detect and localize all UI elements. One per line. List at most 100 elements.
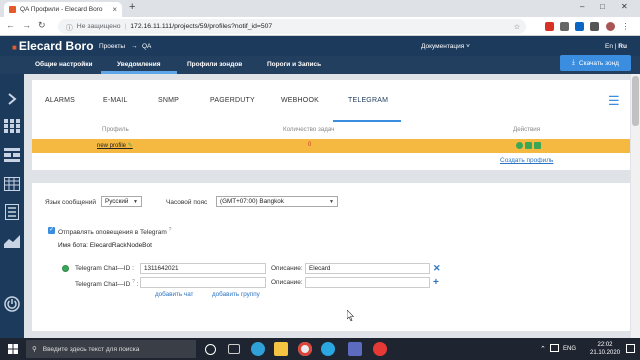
tab-email[interactable]: E-MAIL: [103, 97, 128, 104]
chevron-down-icon: ▼: [133, 198, 138, 205]
back-icon[interactable]: ←: [6, 20, 15, 30]
chat-id-input-1[interactable]: 1311642021: [140, 263, 266, 274]
table-icon[interactable]: [3, 175, 21, 193]
remove-chat-icon[interactable]: ✕: [433, 263, 441, 274]
tab-alarms[interactable]: ALARMS: [45, 97, 75, 104]
create-profile-link[interactable]: Создать профиль: [500, 157, 553, 164]
minimize-icon[interactable]: –: [580, 2, 584, 11]
help-icon[interactable]: ?: [169, 227, 172, 233]
app-logo[interactable]: ■ Elecard Boro: [12, 39, 94, 53]
profile-avatar[interactable]: [606, 22, 615, 31]
notifications-icon[interactable]: [626, 344, 635, 353]
lang-switch: En | Ru: [605, 43, 627, 50]
chat-id-value-1: 1311642021: [144, 265, 179, 272]
taskbar-clock[interactable]: 22:02 21.10.2020: [590, 341, 620, 357]
profile-name-link[interactable]: new profile ✎: [97, 142, 133, 149]
description-input-2[interactable]: [305, 277, 430, 288]
app-icon[interactable]: [348, 342, 362, 356]
add-group-link[interactable]: добавить группу: [212, 291, 260, 298]
tab-general-settings[interactable]: Общие настройки: [35, 61, 93, 68]
chat-id-label-1: Telegram Chat—ID :: [75, 265, 134, 272]
browser-tab-title: QA Профили - Elecard Boro: [20, 6, 103, 13]
extension-icon[interactable]: [560, 22, 569, 31]
project-name[interactable]: QA: [142, 43, 151, 50]
url-input[interactable]: ⓘ Не защищено | 172.16.11.111/projects/5…: [58, 19, 526, 34]
task-view-icon[interactable]: [228, 344, 240, 354]
bot-name: Имя бота: ElecardRackNodeBot: [58, 242, 152, 249]
power-icon[interactable]: [3, 295, 21, 313]
security-info-icon[interactable]: ⓘ: [66, 22, 73, 32]
tab-pagerduty[interactable]: PAGERDUTY: [210, 97, 255, 104]
extension-icon[interactable]: [545, 22, 554, 31]
file-explorer-icon[interactable]: [274, 342, 288, 356]
send-telegram-checkbox[interactable]: ✓: [48, 227, 55, 234]
delete-action-icon[interactable]: [534, 142, 541, 149]
lang-ru[interactable]: Ru: [618, 43, 627, 50]
timezone-label: Часовой пояс: [166, 199, 208, 206]
expand-sidebar-icon[interactable]: [3, 90, 21, 108]
close-window-icon[interactable]: ✕: [621, 2, 628, 11]
app-header: [0, 36, 640, 56]
add-row-icon[interactable]: +: [433, 277, 439, 288]
lang-en[interactable]: En: [605, 43, 613, 50]
download-probe-button[interactable]: ⤓ Скачать зонд: [560, 55, 631, 71]
network-icon[interactable]: [550, 344, 559, 352]
browser-menu-icon[interactable]: ⋮: [621, 22, 630, 31]
enable-action-icon[interactable]: [516, 142, 523, 149]
grid-icon[interactable]: [3, 117, 21, 135]
tab-probe-profiles[interactable]: Профили зондов: [187, 61, 242, 68]
copy-action-icon[interactable]: [525, 142, 532, 149]
recorder-icon[interactable]: [373, 342, 387, 356]
layout-icon[interactable]: [3, 146, 21, 164]
tab-snmp[interactable]: SNMP: [158, 97, 179, 104]
cortana-icon[interactable]: [205, 344, 216, 355]
send-telegram-text: Отправлять оповещения в Telegram: [58, 229, 167, 237]
scrollbar-thumb[interactable]: [632, 76, 639, 126]
add-chat-link[interactable]: добавить чат: [155, 291, 193, 298]
primary-chat-radio[interactable]: [62, 265, 69, 272]
help-icon[interactable]: ?: [132, 279, 135, 285]
breadcrumb-arrow: →: [131, 43, 138, 50]
taskbar-search-placeholder: Введите здесь текст для поиска: [42, 345, 140, 353]
projects-link[interactable]: Проекты: [99, 43, 125, 50]
forward-icon[interactable]: →: [22, 20, 31, 30]
tab-thresholds[interactable]: Пороги и Запись: [267, 61, 321, 68]
description-input-1[interactable]: Elecard: [305, 263, 430, 274]
edge-icon[interactable]: [251, 342, 265, 356]
linkedin-extension-icon[interactable]: [575, 22, 584, 31]
tray-chevron-icon[interactable]: ⌃: [540, 345, 546, 353]
active-tab-indicator: [101, 71, 177, 74]
telegram-icon[interactable]: [321, 342, 335, 356]
column-header-tasks: Количество задач: [283, 126, 335, 133]
column-header-profile: Профиль: [102, 126, 129, 133]
chat-id-label-2: Telegram Chat—ID ? :: [75, 279, 139, 289]
description-value-1: Elecard: [309, 265, 331, 272]
browser-tab[interactable]: QA Профили - Elecard Boro ×: [4, 2, 122, 17]
tab-notifications[interactable]: Уведомления: [117, 61, 161, 68]
chrome-icon[interactable]: [298, 342, 312, 356]
description-label-2: Описание:: [271, 279, 303, 286]
edit-pencil-icon[interactable]: ✎: [128, 143, 133, 149]
bookmark-star-icon[interactable]: ☆: [514, 23, 520, 31]
tab-webhook[interactable]: WEBHOOK: [281, 97, 319, 104]
app-logo-text: Elecard Boro: [18, 39, 94, 53]
close-tab-icon[interactable]: ×: [112, 5, 117, 14]
telegram-tab-indicator: [333, 120, 401, 122]
chat-id-label-2-text: Telegram Chat—ID: [75, 281, 131, 289]
windows-start-icon[interactable]: [8, 344, 18, 354]
chart-icon[interactable]: [3, 232, 21, 250]
message-language-select[interactable]: Русский ▼: [101, 196, 142, 207]
chat-id-input-2[interactable]: [140, 277, 266, 288]
maximize-icon[interactable]: □: [600, 2, 605, 11]
tab-telegram[interactable]: TELEGRAM: [348, 97, 388, 104]
reload-icon[interactable]: ↻: [38, 20, 46, 31]
extension-icon[interactable]: [590, 22, 599, 31]
new-tab-button[interactable]: +: [129, 1, 135, 13]
keyboard-language[interactable]: ENG: [563, 346, 576, 352]
timezone-select[interactable]: (GMT+07:00) Bangkok ▼: [216, 196, 338, 207]
menu-icon[interactable]: ☰: [608, 93, 620, 109]
docs-menu[interactable]: Документация ˅: [421, 43, 470, 50]
list-icon[interactable]: [3, 203, 21, 221]
url-text: 172.16.11.111/projects/59/profiles?notif…: [130, 23, 273, 30]
taskbar-search-input[interactable]: ⚲ Введите здесь текст для поиска: [26, 340, 196, 358]
